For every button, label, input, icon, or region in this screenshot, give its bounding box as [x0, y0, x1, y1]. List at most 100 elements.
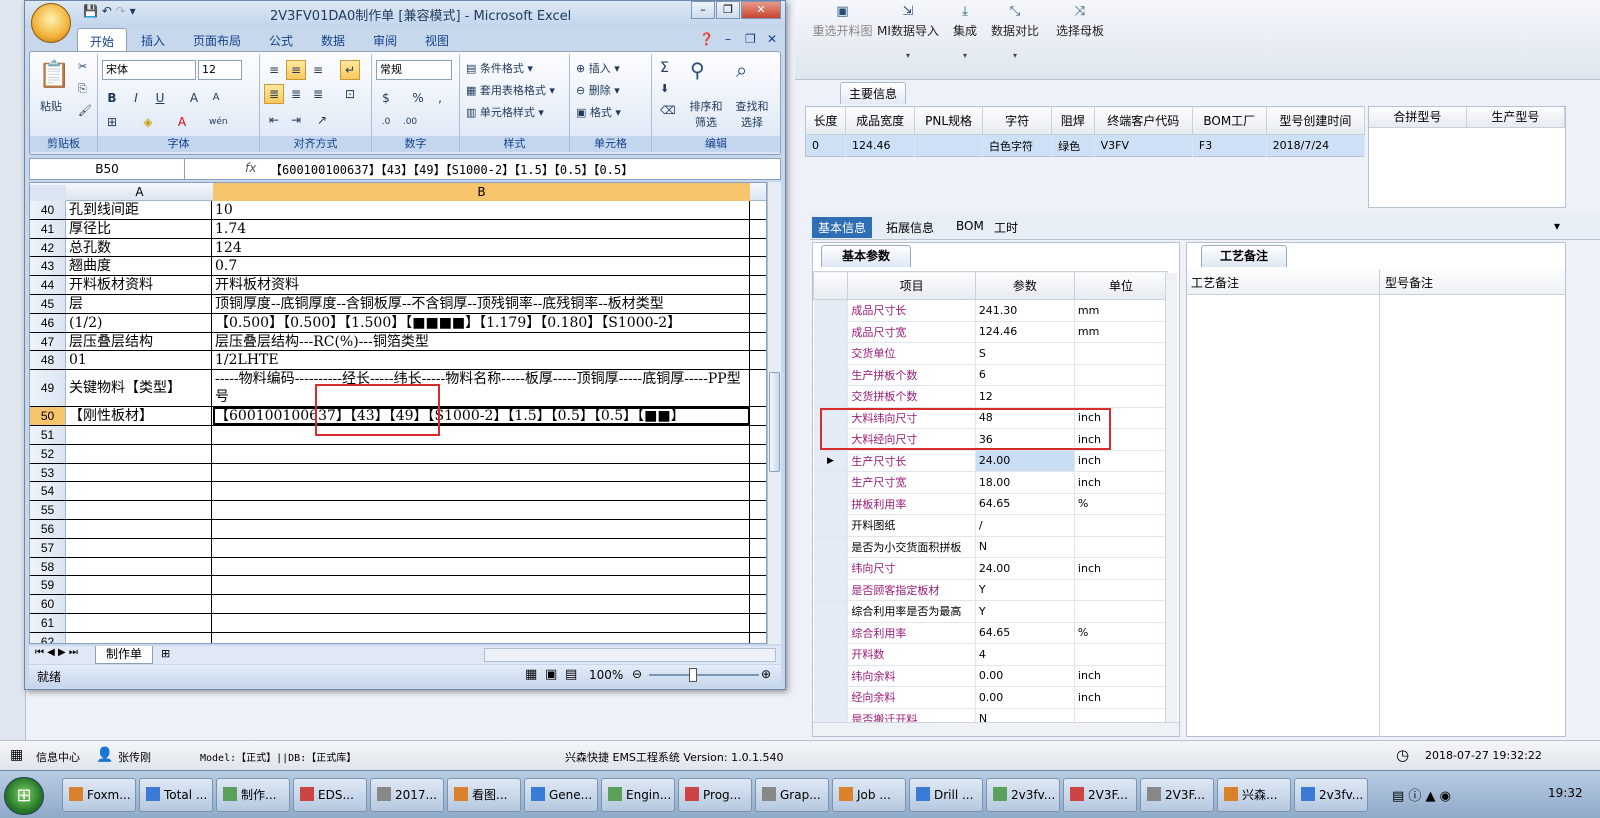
fill-color-icon[interactable]: ◈ [138, 112, 158, 132]
sheet-nav-arrows[interactable]: ⏮ ◀ ▶ ⏭ [35, 647, 78, 658]
row-number[interactable]: 45 [30, 294, 66, 313]
param-name[interactable]: 成品尺寸长 [847, 299, 976, 322]
param-value[interactable]: 4 [975, 643, 1075, 666]
row-indicator[interactable] [813, 385, 849, 408]
cell-b[interactable]: 124 [213, 238, 750, 257]
param-name[interactable]: 交货单位 [847, 342, 976, 365]
row-indicator[interactable] [813, 321, 849, 343]
paste-button[interactable]: 粘贴 [40, 98, 62, 114]
taskbar-item[interactable]: Job ... [832, 778, 906, 812]
formula-input[interactable]: 【600100100637】【43】【49】【S1000-2】【1.5】【0.5… [270, 161, 755, 178]
params-row[interactable]: 生产拼板个数 6 [813, 364, 1169, 386]
find-select-button[interactable]: 查找和选择 [732, 98, 772, 130]
param-name[interactable]: 是否为小交货面积拼板 [847, 536, 976, 558]
taskbar-item[interactable]: 2v3fv... [986, 778, 1060, 812]
toolbar-mi-import-button[interactable]: ⇲ MI数据导入 ▾ [877, 4, 939, 60]
param-unit[interactable] [1074, 342, 1169, 365]
format-as-table-button[interactable]: ▦ 套用表格格式 ▾ [466, 82, 555, 98]
cell-b[interactable] [213, 463, 750, 482]
taskbar-item[interactable]: 看图... [447, 778, 521, 812]
align-bottom-icon[interactable]: ≡ [308, 60, 328, 80]
row-number[interactable]: 43 [30, 257, 66, 276]
cell-b[interactable] [213, 444, 750, 463]
col-header-a[interactable]: A [67, 185, 212, 199]
cell-b[interactable] [213, 557, 750, 576]
sheet-row[interactable]: 59 [30, 576, 766, 596]
params-vertical-scrollbar[interactable] [1165, 273, 1177, 723]
cell-a[interactable] [67, 632, 212, 643]
sheet-row[interactable]: 58 [30, 557, 766, 577]
tab-extended-info[interactable]: 拓展信息 [880, 217, 940, 238]
param-name[interactable]: 成品尺寸宽 [847, 321, 976, 343]
cell[interactable]: F3 [1192, 134, 1267, 157]
new-sheet-icon[interactable]: ⊞ [161, 647, 170, 660]
taskbar-item[interactable]: Grap... [755, 778, 829, 812]
param-value[interactable]: 241.30 [975, 299, 1075, 322]
param-name[interactable]: 拼板利用率 [847, 493, 976, 515]
sheet-row[interactable]: 55 [30, 501, 766, 520]
currency-icon[interactable]: $ [376, 88, 396, 108]
sheet-row[interactable]: 42 总孔数 124 [30, 238, 766, 258]
zoom-out-icon[interactable]: ⊖ [632, 667, 642, 681]
taskbar-item[interactable]: Prog... [678, 778, 752, 812]
cell-b[interactable]: 层压叠层结构---RC(%)---铜箔类型 [213, 332, 750, 351]
scroll-thumb[interactable] [769, 372, 780, 472]
param-name[interactable]: 综合利用率 [847, 622, 976, 644]
tab-page-layout[interactable]: 页面布局 [183, 30, 251, 51]
param-unit[interactable] [1074, 643, 1169, 666]
cell-a[interactable] [67, 576, 212, 595]
tab-insert[interactable]: 插入 [131, 30, 175, 51]
delete-cells-button[interactable]: ⊖ 删除 ▾ [576, 82, 620, 98]
taskbar-clock[interactable]: 19:32 [1548, 786, 1583, 800]
cell-a[interactable]: 开料板材资料 [67, 276, 212, 294]
param-value[interactable]: / [975, 514, 1075, 537]
row-pointer-icon[interactable]: ▶ [813, 450, 849, 472]
params-horizontal-scrollbar[interactable] [813, 722, 1179, 736]
cell-a[interactable]: 翘曲度 [67, 257, 212, 276]
minimize-button[interactable]: – [691, 1, 715, 19]
view-normal-icon[interactable]: ▦ [525, 667, 537, 682]
col-customer[interactable]: 终端客户代码 [1094, 106, 1193, 135]
params-row[interactable]: 纬向余料 0.00 inch [813, 665, 1169, 687]
close-icon[interactable]: ✕ [757, 30, 787, 48]
border-icon[interactable]: ⊞ [102, 112, 122, 132]
cell-a[interactable] [67, 463, 212, 482]
cell-a[interactable] [67, 557, 212, 576]
sheet-row[interactable]: 52 [30, 444, 766, 464]
params-row[interactable]: 交货拼板个数 12 [813, 385, 1169, 408]
param-value[interactable]: Y [975, 579, 1075, 601]
toolbar-integrate-button[interactable]: ⤓ 集成 ▾ [945, 4, 985, 60]
param-value[interactable]: 0.00 [975, 665, 1075, 687]
taskbar-item[interactable]: 2V3F... [1140, 778, 1214, 812]
col-char[interactable]: 字符 [982, 106, 1053, 135]
cell-b[interactable] [213, 613, 750, 632]
cell-b[interactable]: 【600100100637】【43】【49】【S1000-2】【1.5】【0.5… [213, 407, 750, 425]
tab-view[interactable]: 视图 [415, 30, 459, 51]
merge-center-icon[interactable]: ⊡ [340, 84, 360, 104]
cell-b[interactable] [213, 595, 750, 613]
cut-icon[interactable]: ✂ [78, 60, 87, 73]
params-row[interactable]: 生产尺寸宽 18.00 inch [813, 471, 1169, 494]
row-indicator[interactable] [813, 686, 849, 709]
cell-b[interactable]: 开料板材资料 [213, 276, 750, 294]
row-indicator[interactable] [813, 665, 849, 687]
params-row[interactable]: 开料数 4 [813, 643, 1169, 666]
cell-a[interactable]: 01 [67, 351, 212, 370]
cell[interactable]: 白色字符 [982, 134, 1053, 157]
craft-title[interactable]: 工艺备注 [1201, 245, 1287, 267]
sheet-row[interactable]: 47 层压叠层结构 层压叠层结构---RC(%)---铜箔类型 [30, 332, 766, 352]
params-row[interactable]: 开料图纸 / [813, 514, 1169, 537]
param-value[interactable]: 6 [975, 364, 1075, 386]
col-mask[interactable]: 阻焊 [1051, 106, 1095, 135]
zoom-level[interactable]: 100% [589, 668, 623, 682]
table-row[interactable]: 0 124.46 白色字符 绿色 V3FV F3 2018/7/24 [805, 134, 1366, 157]
tab-review[interactable]: 审阅 [363, 30, 407, 51]
row-number[interactable]: 42 [30, 238, 66, 257]
cell[interactable]: 124.46 [845, 134, 916, 157]
col-created[interactable]: 型号创建时间 [1266, 106, 1366, 135]
params-row[interactable]: 拼板利用率 64.65% [813, 493, 1169, 515]
row-number[interactable]: 41 [30, 219, 66, 238]
param-unit[interactable]: inch [1074, 686, 1169, 709]
param-unit[interactable] [1074, 514, 1169, 537]
underline-button[interactable]: U [150, 88, 170, 108]
